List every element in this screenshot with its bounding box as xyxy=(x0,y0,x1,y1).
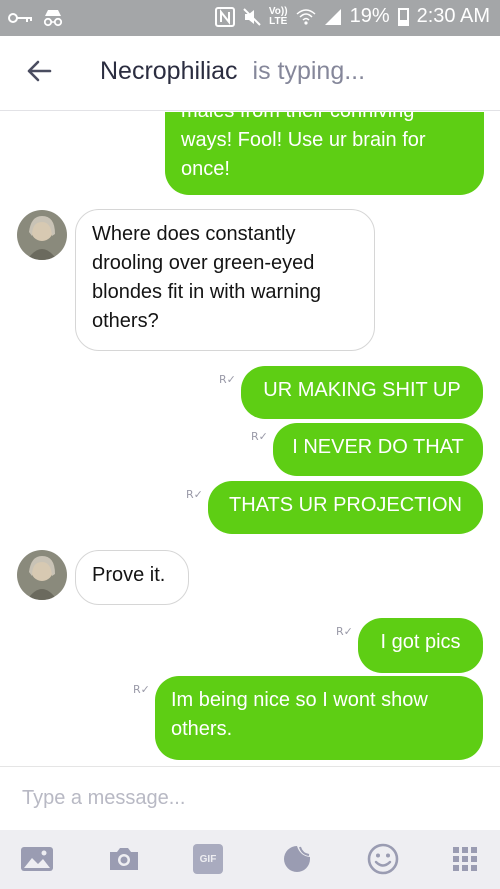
read-receipt-icon: R✓ xyxy=(133,683,150,696)
read-receipt-icon: R✓ xyxy=(219,373,236,386)
read-receipt-icon: R✓ xyxy=(251,430,268,443)
battery-percent: 19% xyxy=(349,5,390,27)
incognito-icon xyxy=(43,10,63,27)
keypad-icon[interactable] xyxy=(448,842,482,876)
nfc-icon xyxy=(214,6,235,27)
battery-icon xyxy=(397,7,409,26)
message-outgoing[interactable]: males from their conniving ways! Fool! U… xyxy=(165,112,484,195)
message-outgoing[interactable]: UR MAKING SHIT UP xyxy=(241,366,483,419)
message-outgoing[interactable]: I got pics xyxy=(358,618,483,673)
message-outgoing[interactable]: I NEVER DO THAT xyxy=(273,423,483,476)
message-incoming[interactable]: Prove it. xyxy=(75,550,189,605)
typing-status: is typing... xyxy=(252,57,366,85)
chat-title[interactable]: Necrophiliac is typing... xyxy=(100,57,365,86)
message-list[interactable]: males from their conniving ways! Fool! U… xyxy=(0,112,500,766)
status-bar: Vo)) LTE 19% 2:30 AM xyxy=(0,0,500,36)
message-outgoing[interactable]: Im being nice so I wont show others. xyxy=(155,676,483,760)
camera-icon[interactable] xyxy=(107,842,141,876)
signal-icon xyxy=(324,8,341,25)
read-receipt-icon: R✓ xyxy=(186,488,203,501)
message-input[interactable] xyxy=(22,787,462,810)
wifi-icon xyxy=(296,8,316,25)
contact-avatar[interactable] xyxy=(17,550,67,600)
compose-bar xyxy=(0,766,500,830)
emoji-icon[interactable] xyxy=(366,842,400,876)
contact-name: Necrophiliac xyxy=(100,57,238,85)
gif-icon[interactable]: GIF xyxy=(191,842,225,876)
message-incoming[interactable]: Where does constantly drooling over gree… xyxy=(75,209,375,351)
sticker-icon[interactable] xyxy=(280,842,314,876)
contact-avatar[interactable] xyxy=(17,210,67,260)
attachment-toolbar: GIF xyxy=(0,830,500,889)
key-icon xyxy=(8,13,32,23)
volte-indicator: Vo)) LTE xyxy=(268,5,288,27)
chat-header: Necrophiliac is typing... xyxy=(0,36,500,111)
back-arrow-icon[interactable] xyxy=(24,56,54,86)
gallery-icon[interactable] xyxy=(20,842,54,876)
clock: 2:30 AM xyxy=(416,5,490,27)
message-outgoing[interactable]: THATS UR PROJECTION xyxy=(208,481,483,534)
read-receipt-icon: R✓ xyxy=(336,625,353,638)
mute-icon xyxy=(243,7,261,26)
